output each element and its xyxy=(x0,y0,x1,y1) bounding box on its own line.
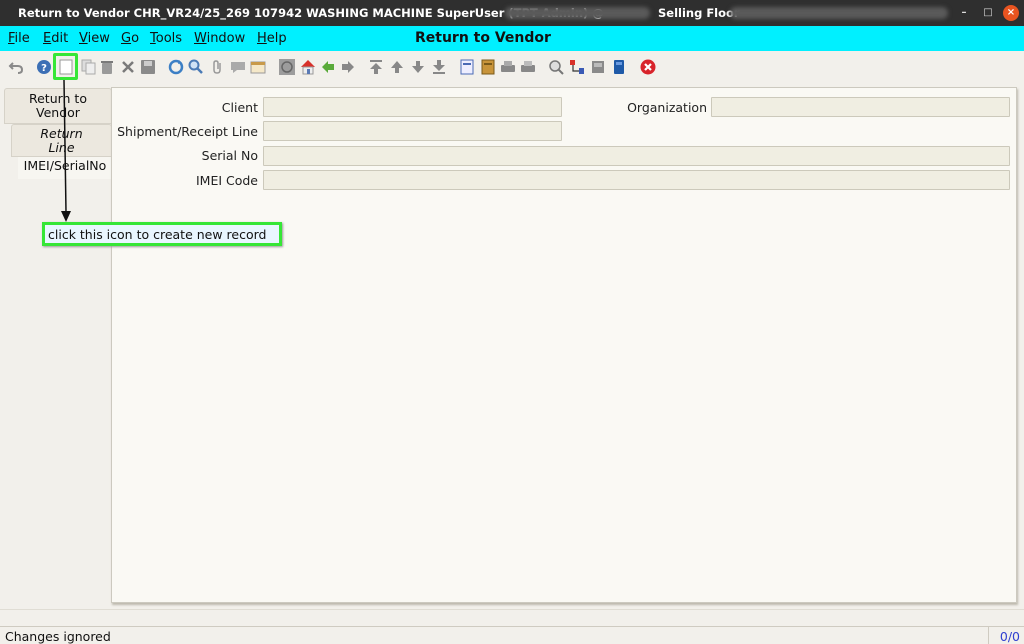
zoom-across-icon[interactable] xyxy=(548,59,564,75)
annotation-callout: click this icon to create new record xyxy=(42,222,282,246)
help-icon[interactable]: ? xyxy=(36,59,52,75)
delete-icon[interactable] xyxy=(99,59,115,75)
chat-icon[interactable] xyxy=(230,59,246,75)
form-panel: Client Organization Shipment/Receipt Lin… xyxy=(111,87,1017,603)
find-icon[interactable] xyxy=(188,59,204,75)
menu-help[interactable]: Help xyxy=(257,31,287,46)
client-label: Client xyxy=(221,100,258,115)
menu-view[interactable]: View xyxy=(79,31,110,46)
redacted-info xyxy=(730,7,948,19)
app-window: Return to Vendor CHR_VR24/25_269 107942 … xyxy=(0,0,1024,644)
menu-go[interactable]: Go xyxy=(121,31,139,46)
status-message: Changes ignored xyxy=(5,629,111,644)
back-icon[interactable] xyxy=(320,59,336,75)
location-text: Selling Floor xyxy=(658,6,740,20)
title-bar: Return to Vendor CHR_VR24/25_269 107942 … xyxy=(0,0,1024,26)
close-icon[interactable]: × xyxy=(1003,5,1019,21)
status-bar: Changes ignored 0/0 xyxy=(0,626,1024,644)
undo-icon[interactable] xyxy=(8,59,24,75)
svg-text:?: ? xyxy=(41,63,47,74)
process-icon[interactable] xyxy=(590,59,606,75)
menu-bar: File Edit View Go Tools Window Help Retu… xyxy=(0,26,1024,51)
shipment-receipt-line-label: Shipment/Receipt Line xyxy=(117,124,258,139)
tab-strip: Return to Vendor Return Line IMEI/Serial… xyxy=(0,84,112,604)
previous-record-icon[interactable] xyxy=(389,59,405,75)
imei-code-field[interactable] xyxy=(263,170,1010,190)
report-icon[interactable] xyxy=(459,59,475,75)
product-info-icon[interactable] xyxy=(611,59,627,75)
last-record-icon[interactable] xyxy=(431,59,447,75)
menu-file[interactable]: File xyxy=(8,31,30,46)
tab-return-line-label: Return Line xyxy=(40,126,83,155)
tab-return-to-vendor-label: Return to Vendor xyxy=(28,91,87,120)
organization-field[interactable] xyxy=(711,97,1010,117)
menu-window[interactable]: Window xyxy=(194,31,245,46)
redacted-host xyxy=(505,7,650,19)
print-preview-icon[interactable] xyxy=(520,59,536,75)
new-record-highlight xyxy=(53,53,78,80)
menu-tools[interactable]: Tools xyxy=(150,31,182,46)
save-icon[interactable] xyxy=(140,59,156,75)
maximize-icon[interactable]: □ xyxy=(980,5,996,21)
history-icon[interactable] xyxy=(250,59,266,75)
shipment-receipt-line-field[interactable] xyxy=(263,121,562,141)
window-heading: Return to Vendor xyxy=(415,30,551,46)
print-icon[interactable] xyxy=(500,59,516,75)
tab-return-line[interactable]: Return Line xyxy=(11,124,112,157)
imei-code-label: IMEI Code xyxy=(195,173,258,188)
organization-label: Organization xyxy=(627,100,707,115)
next-record-icon[interactable] xyxy=(410,59,426,75)
archive-icon[interactable] xyxy=(480,59,496,75)
serial-no-field[interactable] xyxy=(263,146,1010,166)
tab-return-to-vendor[interactable]: Return to Vendor xyxy=(4,88,112,124)
first-record-icon[interactable] xyxy=(368,59,384,75)
end-icon[interactable] xyxy=(640,59,656,75)
copy-record-icon[interactable] xyxy=(81,59,97,75)
minimize-icon[interactable]: – xyxy=(956,5,972,21)
record-counter[interactable]: 0/0 xyxy=(988,627,1024,644)
attachment-icon[interactable] xyxy=(210,59,226,75)
status-separator xyxy=(0,609,1024,610)
delete-selection-icon[interactable] xyxy=(120,59,136,75)
workflow-icon[interactable] xyxy=(569,59,585,75)
forward-icon[interactable] xyxy=(340,59,356,75)
parent-icon[interactable] xyxy=(279,59,295,75)
tab-imei-serialno-label: IMEI/SerialNo xyxy=(23,158,107,173)
menu-edit[interactable]: Edit xyxy=(43,31,68,46)
home-icon[interactable] xyxy=(300,59,316,75)
toolbar: ? xyxy=(0,52,1024,82)
refresh-icon[interactable] xyxy=(168,59,184,75)
serial-no-label: Serial No xyxy=(201,148,258,163)
client-field[interactable] xyxy=(263,97,562,117)
tab-imei-serialno[interactable]: IMEI/SerialNo xyxy=(18,157,112,179)
